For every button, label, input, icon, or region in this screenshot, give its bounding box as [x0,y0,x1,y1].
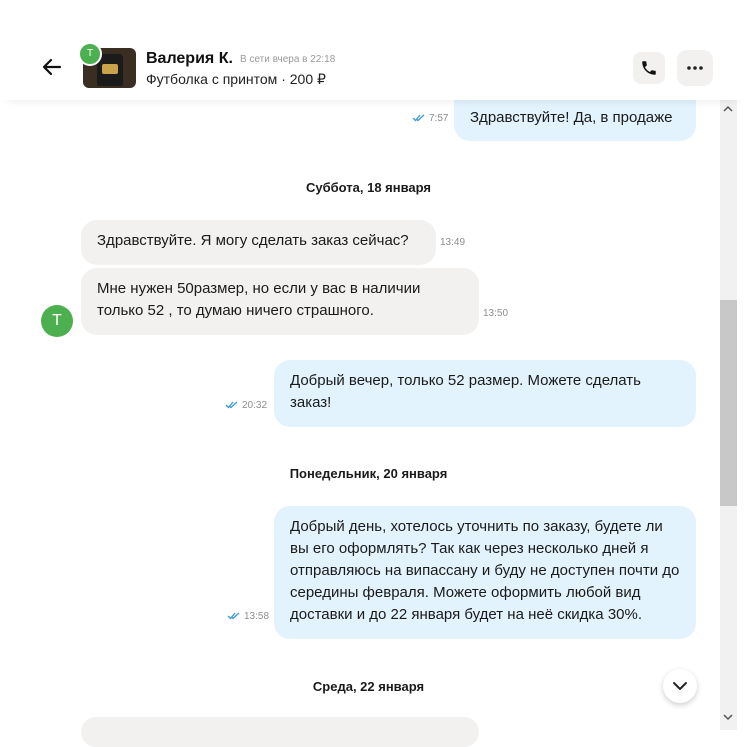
scroll-to-bottom-button[interactable] [663,669,697,703]
read-ticks-icon [225,401,238,409]
contact-avatar-badge: Т [78,42,102,66]
message-bubble-outgoing[interactable]: Здравствуйте! Да, в продаже [454,95,696,141]
scrollbar-thumb[interactable] [720,300,737,506]
date-separator: Понедельник, 20 января [289,466,448,481]
tshirt-print [102,64,118,74]
chat-header: Т Валерия К. В сети вчера в 22:18 Футбол… [0,0,745,100]
call-button[interactable] [633,52,665,84]
message-time: 13:58 [227,611,269,622]
more-dots-icon [687,66,703,70]
date-separator: Суббота, 18 января [305,180,432,195]
read-ticks-icon [227,612,240,620]
message-bubble-outgoing[interactable]: Добрый день, хотелось уточнить по заказу… [274,506,696,639]
contact-name[interactable]: Валерия К. [146,50,233,68]
message-bubble-incoming[interactable]: Здравствуйте. Я могу сделать заказ сейча… [81,220,436,265]
message-bubble-incoming[interactable] [81,717,479,747]
more-options-button[interactable] [677,50,713,86]
message-time: 13:50 [483,308,509,319]
message-time: 20:32 [225,400,267,411]
scroll-down-arrow-icon[interactable] [722,710,734,722]
sender-avatar[interactable]: Т [41,305,73,337]
contact-status: В сети вчера в 22:18 [240,54,336,65]
product-title[interactable]: Футболка с принтом · 200 ₽ [146,71,326,88]
read-ticks-icon [412,114,425,122]
message-bubble-outgoing[interactable]: Добрый вечер, только 52 размер. Можете с… [274,360,696,427]
date-separator: Среда, 22 января [312,679,425,694]
chevron-down-icon [673,682,687,690]
scroll-up-arrow-icon[interactable] [722,102,734,114]
phone-icon [642,61,656,75]
message-bubble-incoming[interactable]: Мне нужен 50размер, но если у вас в нали… [81,268,479,335]
message-time: 13:49 [440,237,466,248]
message-time: 7:57 [412,113,448,124]
back-arrow-icon[interactable] [40,55,70,83]
